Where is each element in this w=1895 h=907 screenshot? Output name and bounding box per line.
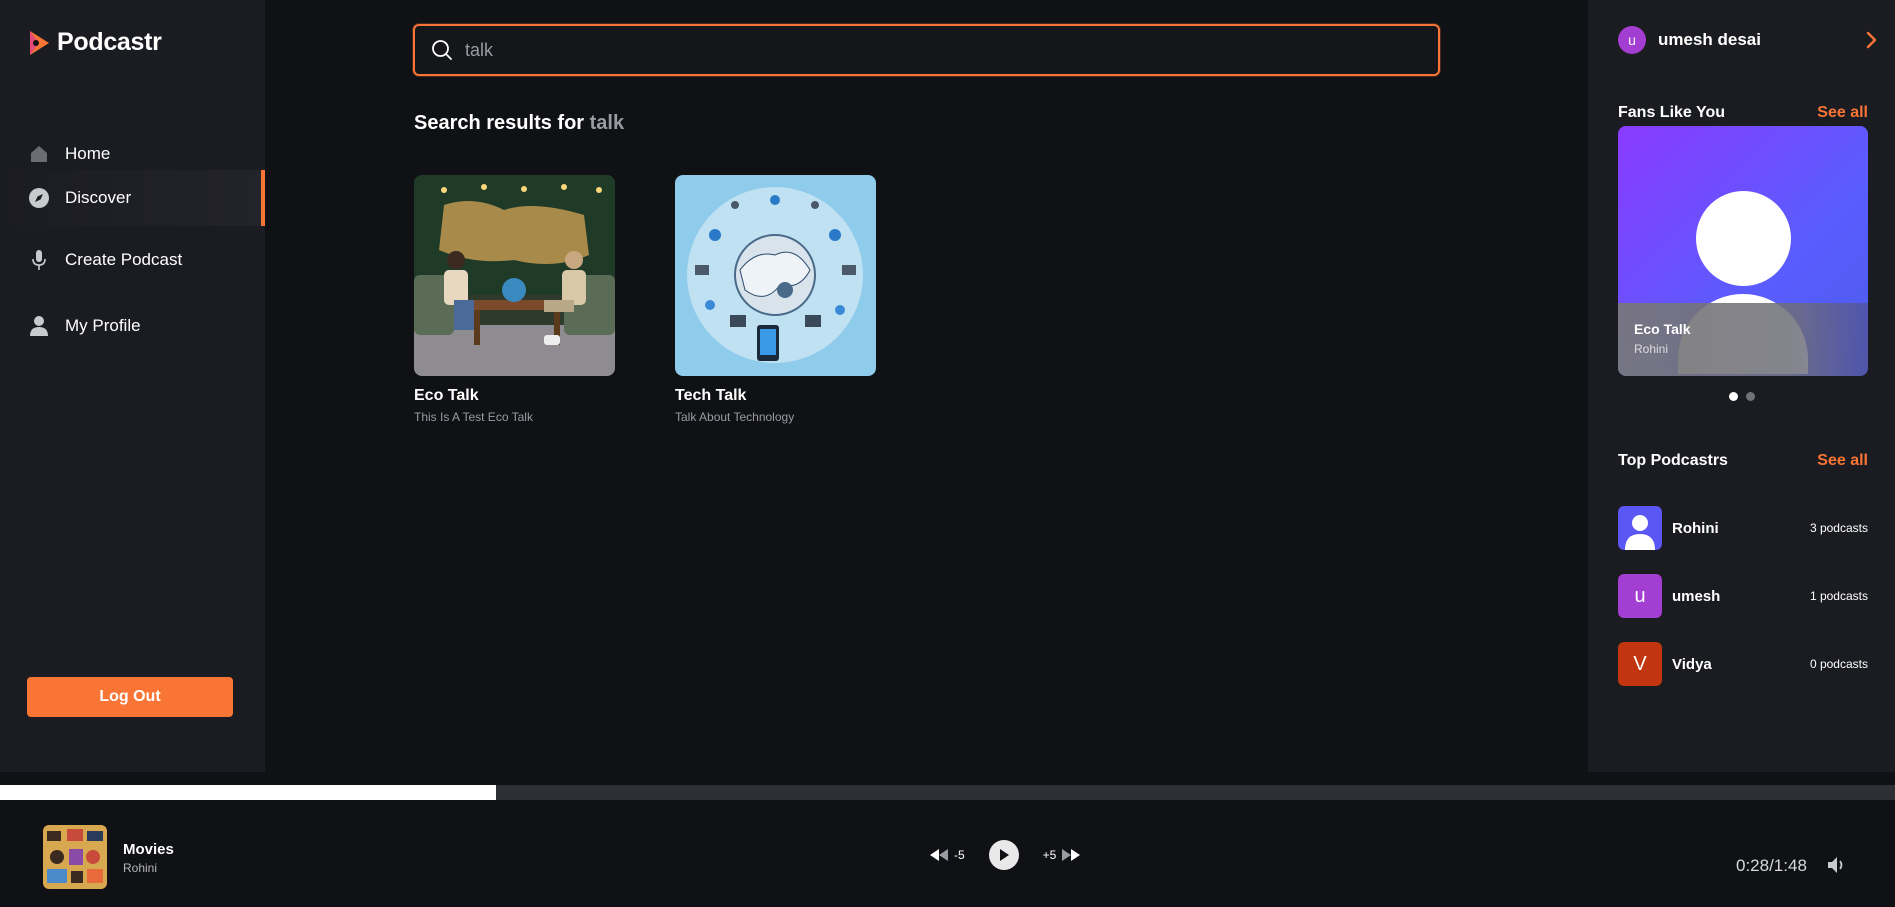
volume-button[interactable] xyxy=(1826,855,1848,880)
podcast-count: 0 podcasts xyxy=(1809,657,1868,671)
fans-carousel-card[interactable]: Eco Talk Rohini xyxy=(1618,126,1868,376)
now-playing-title: Movies xyxy=(123,841,174,858)
playback-controls: -5 +5 xyxy=(928,840,1082,870)
avatar: V xyxy=(1618,642,1662,686)
app-name: Podcastr xyxy=(57,28,162,56)
user-profile-link[interactable]: u umesh desai xyxy=(1618,26,1878,54)
nav-item-discover[interactable]: Discover xyxy=(0,170,265,226)
nav-item-my-profile[interactable]: My Profile xyxy=(0,298,265,354)
volume-icon xyxy=(1828,857,1843,873)
avatar: u xyxy=(1618,26,1646,54)
play-icon xyxy=(999,849,1009,861)
podcast-description: This Is A Test Eco Talk xyxy=(414,410,533,424)
microphone-icon xyxy=(27,248,51,272)
movies-artwork xyxy=(43,825,107,889)
user-icon xyxy=(27,314,51,338)
podcaster-name: Rohini xyxy=(1672,519,1719,537)
see-all-link[interactable]: See all xyxy=(1817,452,1868,470)
top-podcasters-header: Top Podcastrs See all xyxy=(1618,452,1868,470)
carousel-dot[interactable] xyxy=(1746,392,1755,401)
podcast-card[interactable]: Tech Talk Talk About Technology xyxy=(675,175,876,424)
podcast-title: Tech Talk xyxy=(675,387,747,404)
podcast-description: Talk About Technology xyxy=(675,410,795,424)
podcaster-row[interactable]: V Vidya 0 podcasts xyxy=(1618,642,1868,686)
playback-time: 0:28/1:48 xyxy=(1736,856,1807,875)
app-root: Podcastr Home Discover Create Podcast My xyxy=(0,0,1895,907)
podcast-count: 3 podcasts xyxy=(1809,521,1868,535)
user-name: umesh desai xyxy=(1658,30,1761,49)
carousel-dot[interactable] xyxy=(1729,392,1738,401)
carousel-title: Eco Talk xyxy=(1634,321,1691,337)
playback-progress-fill xyxy=(0,785,497,800)
forward-label: +5 xyxy=(1042,848,1057,862)
avatar: u xyxy=(1618,574,1662,618)
rewind-button[interactable]: -5 xyxy=(928,848,965,862)
podcaster-row[interactable]: u umesh 1 podcasts xyxy=(1618,574,1868,618)
fans-like-you-header: Fans Like You See all xyxy=(1618,104,1868,122)
forward-button[interactable]: +5 xyxy=(1043,848,1083,862)
home-icon xyxy=(27,142,51,166)
now-playing-thumbnail xyxy=(43,825,107,889)
results-heading: Search results for talk xyxy=(414,112,624,135)
section-title: Top Podcastrs xyxy=(1618,452,1728,469)
user-placeholder-icon xyxy=(1625,515,1655,550)
chevron-right-icon xyxy=(1866,31,1877,49)
search-icon xyxy=(432,40,452,60)
avatar xyxy=(1618,506,1662,550)
see-all-link[interactable]: See all xyxy=(1817,104,1868,122)
play-button[interactable] xyxy=(988,840,1019,870)
logout-button[interactable]: Log Out xyxy=(27,677,233,717)
audio-player: Movies Rohini -5 +5 0:28/1:48 xyxy=(0,800,1895,907)
carousel-caption: Eco Talk Rohini xyxy=(1618,303,1868,376)
podcast-thumbnail xyxy=(414,175,615,376)
nav-label-my-profile: My Profile xyxy=(65,316,141,335)
results-term: talk xyxy=(589,112,625,134)
podcaster-row[interactable]: Rohini 3 podcasts xyxy=(1618,506,1868,550)
left-sidebar: Podcastr Home Discover Create Podcast My xyxy=(0,0,265,772)
right-sidebar: u umesh desai Fans Like You See all Eco … xyxy=(1588,0,1895,772)
carousel-author: Rohini xyxy=(1634,342,1669,356)
nav-label-create-podcast: Create Podcast xyxy=(65,250,183,269)
logo[interactable]: Podcastr xyxy=(27,28,162,57)
eco-talk-artwork xyxy=(414,175,615,376)
nav-label-discover: Discover xyxy=(65,188,132,207)
carousel-dots xyxy=(1729,392,1755,401)
compass-icon xyxy=(27,186,51,210)
avatar-placeholder-head xyxy=(1696,191,1791,286)
nav-label-home: Home xyxy=(65,144,111,163)
search-input[interactable] xyxy=(465,39,1438,61)
nav-item-create-podcast[interactable]: Create Podcast xyxy=(0,232,265,288)
fast-forward-icon xyxy=(1062,849,1081,861)
now-playing-author: Rohini xyxy=(123,861,158,875)
podcast-count: 1 podcasts xyxy=(1809,589,1868,603)
playback-progress-bar[interactable] xyxy=(0,785,1895,800)
podcast-thumbnail xyxy=(675,175,876,376)
podcast-title: Eco Talk xyxy=(414,387,479,404)
section-title: Fans Like You xyxy=(1618,104,1725,121)
podcaster-name: Vidya xyxy=(1672,655,1712,673)
search-bar xyxy=(413,24,1440,76)
podcast-card[interactable]: Eco Talk This Is A Test Eco Talk xyxy=(414,175,615,424)
rewind-label: -5 xyxy=(954,848,965,862)
podcastr-logo-icon xyxy=(30,30,49,55)
rewind-icon xyxy=(930,849,948,861)
tech-talk-artwork xyxy=(675,175,876,376)
results-prefix: Search results for xyxy=(414,112,590,134)
podcaster-name: umesh xyxy=(1672,587,1721,605)
